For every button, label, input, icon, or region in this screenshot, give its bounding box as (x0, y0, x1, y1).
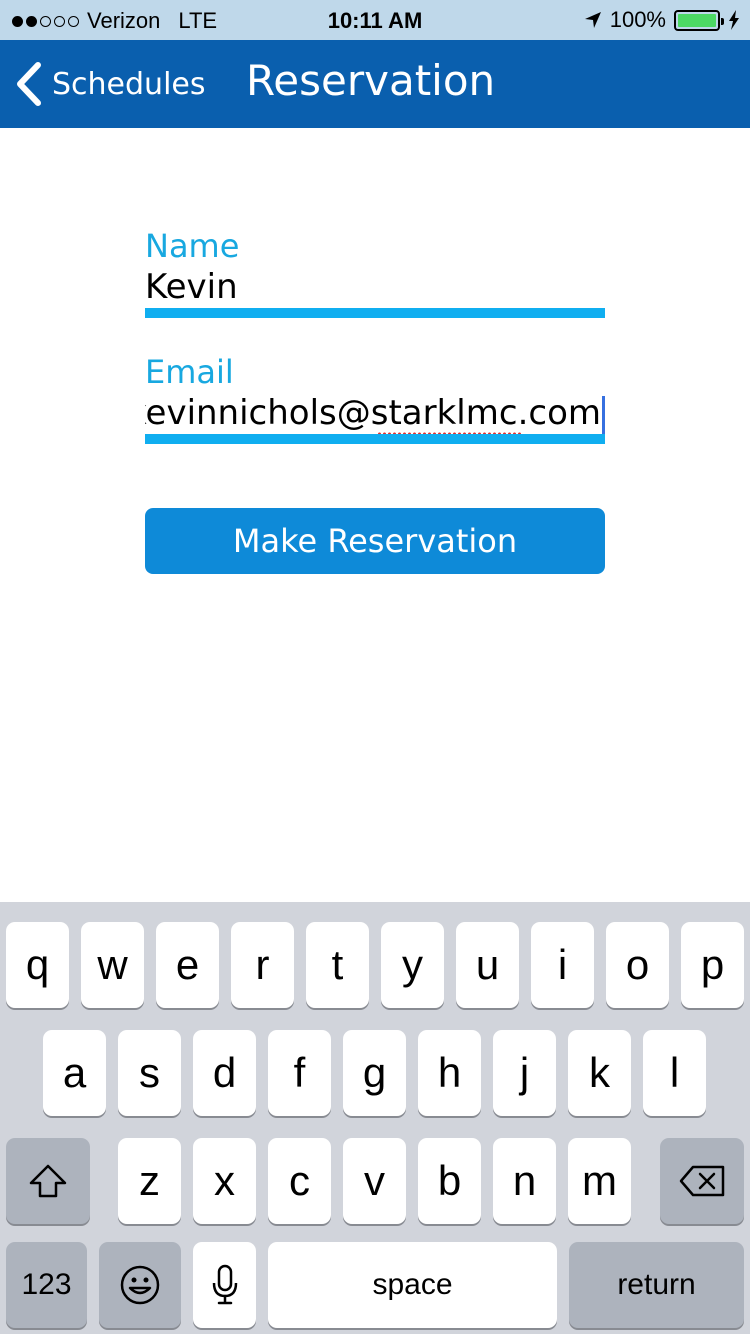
key-d[interactable]: d (193, 1030, 256, 1116)
key-t[interactable]: t (306, 922, 369, 1008)
email-value: kevinnichols@starklmc.com (145, 393, 601, 433)
key-i[interactable]: i (531, 922, 594, 1008)
key-l[interactable]: l (643, 1030, 706, 1116)
key-a[interactable]: a (43, 1030, 106, 1116)
key-s[interactable]: s (118, 1030, 181, 1116)
status-right: 100% (584, 7, 740, 33)
keyboard: q w e r t y u i o p a s d f g h j k l z … (0, 902, 750, 1334)
key-f[interactable]: f (268, 1030, 331, 1116)
backspace-icon (679, 1165, 725, 1197)
key-x[interactable]: x (193, 1138, 256, 1224)
key-o[interactable]: o (606, 922, 669, 1008)
key-z[interactable]: z (118, 1138, 181, 1224)
key-n[interactable]: n (493, 1138, 556, 1224)
space-key[interactable]: space (268, 1242, 557, 1328)
key-e[interactable]: e (156, 922, 219, 1008)
return-key[interactable]: return (569, 1242, 744, 1328)
battery-tip (721, 17, 724, 25)
key-h[interactable]: h (418, 1030, 481, 1116)
charging-bolt-icon (729, 10, 739, 30)
battery-percent: 100% (609, 7, 666, 32)
key-j[interactable]: j (493, 1030, 556, 1116)
microphone-icon (212, 1264, 237, 1305)
key-r[interactable]: r (231, 922, 294, 1008)
back-label: Schedules (52, 66, 206, 102)
dictation-key[interactable] (193, 1242, 256, 1328)
key-v[interactable]: v (343, 1138, 406, 1224)
name-value: Kevin (145, 267, 238, 307)
status-bar: Verizon LTE 10:11 AM 100% (0, 0, 750, 40)
key-p[interactable]: p (681, 922, 744, 1008)
email-label: Email (145, 353, 234, 391)
key-k[interactable]: k (568, 1030, 631, 1116)
emoji-key[interactable] (99, 1242, 181, 1328)
battery-icon (674, 9, 724, 31)
key-c[interactable]: c (268, 1138, 331, 1224)
make-reservation-button[interactable]: Make Reservation (145, 508, 605, 574)
shift-arrow-icon (29, 1164, 67, 1198)
location-arrow-icon (584, 12, 601, 28)
emoji-icon (120, 1265, 160, 1305)
key-m[interactable]: m (568, 1138, 631, 1224)
shift-key[interactable] (6, 1138, 90, 1224)
chevron-left-icon (17, 62, 41, 106)
key-g[interactable]: g (343, 1030, 406, 1116)
navigation-bar: Schedules Reservation (0, 40, 750, 128)
key-u[interactable]: u (456, 922, 519, 1008)
delete-key[interactable] (660, 1138, 744, 1224)
key-w[interactable]: w (81, 922, 144, 1008)
email-field[interactable]: kevinnichols@starklmc.com (145, 392, 605, 444)
name-field[interactable]: Kevin (145, 266, 605, 318)
reservation-form: Name Kevin Email kevinnichols@starklmc.c… (145, 226, 605, 574)
spellcheck-underline (377, 432, 521, 434)
back-button[interactable]: Schedules (16, 62, 206, 106)
key-q[interactable]: q (6, 922, 69, 1008)
text-cursor (602, 396, 605, 434)
battery-level (678, 13, 716, 27)
email-group: Email kevinnichols@starklmc.com (145, 352, 605, 444)
name-label: Name (145, 227, 240, 265)
numbers-key[interactable]: 123 (6, 1242, 87, 1328)
name-group: Name Kevin (145, 226, 605, 318)
key-y[interactable]: y (381, 922, 444, 1008)
page-title: Reservation (246, 56, 496, 105)
key-b[interactable]: b (418, 1138, 481, 1224)
